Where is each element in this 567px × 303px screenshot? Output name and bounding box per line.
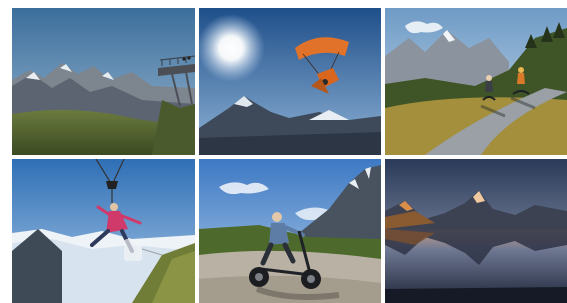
gallery-photo-paraglider[interactable] [199, 8, 381, 155]
gallery-photo-cliff-walk[interactable] [12, 8, 195, 155]
gallery-photo-mountain-road-riders[interactable] [385, 8, 567, 155]
cliff-walk-image [12, 8, 195, 155]
gallery-photo-trottibike[interactable] [199, 159, 381, 303]
zipline-image [12, 159, 195, 303]
lake-reflection-image [385, 159, 567, 303]
gallery-photo-lake-reflection[interactable] [385, 159, 567, 303]
mountain-road-image [385, 8, 567, 155]
photo-gallery [0, 0, 567, 303]
paraglider-image [199, 8, 381, 155]
trottibike-image [199, 159, 381, 303]
gallery-photo-zipline[interactable] [12, 159, 195, 303]
